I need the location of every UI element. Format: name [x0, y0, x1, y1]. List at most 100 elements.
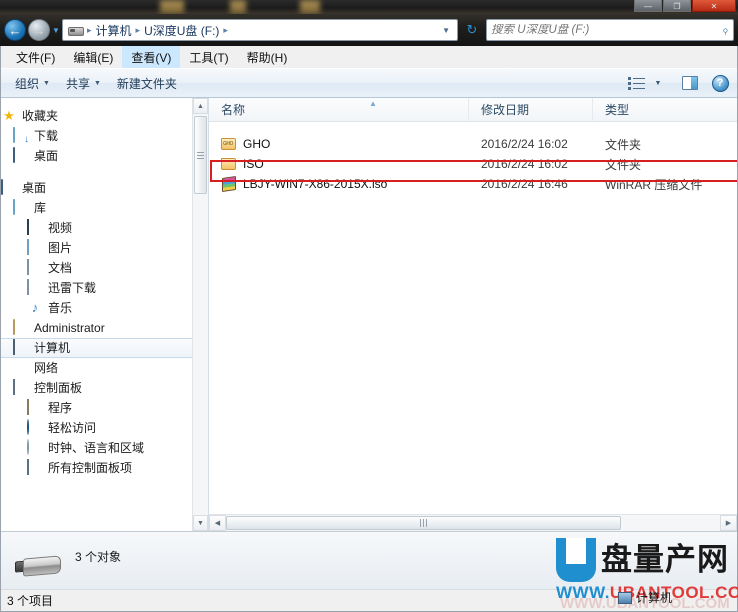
- sidebar-item-label: 库: [34, 201, 47, 215]
- breadcrumb-item-drive[interactable]: U深度U盘 (F:): [141, 22, 222, 39]
- hscrollbar-track[interactable]: [226, 515, 720, 531]
- refresh-icon[interactable]: ↻: [462, 19, 482, 41]
- column-header-type[interactable]: 类型: [593, 98, 737, 122]
- thunder-download-icon: [27, 279, 43, 296]
- sidebar-item-ease-of-access[interactable]: 轻松访问: [1, 418, 208, 438]
- address-bar: ← → ▼ ▸ 计算机 ▸ U深度U盘 (F:) ▸ ▼ ↻ ⌕: [0, 14, 738, 46]
- menu-view[interactable]: 查看(V): [122, 46, 181, 68]
- scrollbar-thumb[interactable]: [194, 116, 207, 194]
- organize-button[interactable]: 组织 ▼: [7, 72, 58, 95]
- sidebar-item-label: 音乐: [48, 301, 73, 315]
- scroll-right-arrow-icon[interactable]: ▶: [720, 515, 737, 531]
- gho-folder-icon: GHO: [221, 136, 237, 152]
- sidebar-item-videos[interactable]: 视频: [1, 218, 208, 238]
- control-panel-icon: [27, 459, 43, 476]
- sidebar-item-label: 迅雷下载: [48, 281, 97, 295]
- sidebar-item-administrator[interactable]: Administrator: [1, 318, 208, 338]
- sidebar-item-network[interactable]: 网络: [1, 358, 208, 378]
- sidebar-item-desktop-fav[interactable]: 桌面: [1, 146, 208, 166]
- table-row[interactable]: ISO 2016/2/24 16:02 文件夹: [209, 154, 737, 174]
- file-type-cell: 文件夹: [605, 157, 642, 172]
- file-name-label: LBJY-WIN7-X86-2015X.iso: [243, 177, 388, 191]
- desktop-icon: [1, 179, 17, 196]
- file-name-cell[interactable]: LBJY-WIN7-X86-2015X.iso: [209, 176, 469, 192]
- main-area: ★ 收藏夹 下载 桌面 桌面: [1, 97, 737, 531]
- sidebar-item-label: 所有控制面板项: [48, 461, 133, 475]
- music-library-icon: ♪: [31, 300, 39, 315]
- maximize-button[interactable]: ❐: [663, 0, 691, 12]
- navigation-list: ★ 收藏夹 下载 桌面 桌面: [1, 98, 208, 478]
- column-header-name[interactable]: 名称: [209, 97, 469, 122]
- scroll-up-arrow-icon[interactable]: ▲: [193, 98, 208, 114]
- history-dropdown-icon[interactable]: ▼: [50, 19, 62, 41]
- scrollbar-track[interactable]: [193, 114, 208, 515]
- scroll-down-arrow-icon[interactable]: ▼: [193, 515, 208, 531]
- status-bar: 3 个项目: [1, 589, 737, 611]
- forward-arrow-icon[interactable]: →: [28, 19, 50, 41]
- horizontal-scrollbar[interactable]: ◀ ▶: [209, 514, 737, 531]
- navigation-scrollbar[interactable]: ▲ ▼: [192, 98, 208, 531]
- sidebar-item-thunder-download[interactable]: 迅雷下载: [1, 278, 208, 298]
- downloads-folder-icon: [13, 127, 29, 144]
- view-options-icon[interactable]: [625, 72, 647, 94]
- sidebar-item-label: 程序: [48, 401, 73, 415]
- title-bar: — ❐ ✕: [0, 0, 738, 14]
- file-name-cell[interactable]: ISO: [209, 156, 469, 172]
- close-button[interactable]: ✕: [692, 0, 736, 12]
- sidebar-item-favorites[interactable]: ★ 收藏夹: [1, 106, 208, 126]
- table-row[interactable]: GHO GHO 2016/2/24 16:02 文件夹: [209, 134, 737, 154]
- video-library-icon: [27, 219, 43, 236]
- preview-pane-icon[interactable]: [679, 72, 701, 94]
- breadcrumb-item-computer[interactable]: 计算机: [93, 22, 135, 39]
- chevron-down-icon[interactable]: ▼: [437, 26, 455, 35]
- clock-language-region-icon: [27, 439, 43, 456]
- removable-drive-icon: [67, 23, 84, 37]
- nav-group-gap: [1, 166, 208, 178]
- back-arrow-icon[interactable]: ←: [4, 19, 26, 41]
- search-input[interactable]: [491, 24, 723, 36]
- sidebar-item-label: Administrator: [34, 321, 105, 335]
- sidebar-item-documents[interactable]: 文档: [1, 258, 208, 278]
- file-rows: GHO GHO 2016/2/24 16:02 文件夹 ISO 2016/2/2…: [209, 122, 737, 514]
- menu-edit[interactable]: 编辑(E): [64, 46, 122, 68]
- hscrollbar-thumb[interactable]: [226, 516, 621, 530]
- file-list-pane: 名称 修改日期 类型 ▲ GHO GHO 2016/2/24 16:02 文件夹…: [209, 97, 737, 531]
- window-body: 文件(F) 编辑(E) 查看(V) 工具(T) 帮助(H) 组织 ▼ 共享 ▼ …: [0, 46, 738, 612]
- menu-file[interactable]: 文件(F): [7, 46, 64, 68]
- help-icon[interactable]: ?: [709, 72, 731, 94]
- file-name-cell[interactable]: GHO GHO: [209, 136, 469, 152]
- menu-help[interactable]: 帮助(H): [238, 46, 297, 68]
- sidebar-item-label: 时钟、语言和区域: [48, 441, 145, 455]
- menu-tools[interactable]: 工具(T): [180, 46, 237, 68]
- sidebar-item-desktop[interactable]: 桌面: [1, 178, 208, 198]
- table-row[interactable]: LBJY-WIN7-X86-2015X.iso 2016/2/24 16:46 …: [209, 174, 737, 194]
- sidebar-item-libraries[interactable]: 库: [1, 198, 208, 218]
- sidebar-item-control-panel[interactable]: 控制面板: [1, 378, 208, 398]
- organize-label: 组织: [15, 76, 40, 91]
- new-folder-button[interactable]: 新建文件夹: [109, 72, 185, 95]
- scroll-left-arrow-icon[interactable]: ◀: [209, 515, 226, 531]
- scrollbar-grip-icon: [420, 519, 427, 527]
- sidebar-item-pictures[interactable]: 图片: [1, 238, 208, 258]
- documents-library-icon: [27, 259, 43, 276]
- user-folder-icon: [13, 319, 29, 336]
- object-count-label: 3 个对象: [75, 550, 122, 564]
- share-button[interactable]: 共享 ▼: [58, 72, 109, 95]
- sidebar-item-clock-language-region[interactable]: 时钟、语言和区域: [1, 438, 208, 458]
- view-options-dropdown-icon[interactable]: ▼: [647, 72, 669, 94]
- navigation-pane: ★ 收藏夹 下载 桌面 桌面: [1, 98, 209, 531]
- command-toolbar: 组织 ▼ 共享 ▼ 新建文件夹 ▼ ?: [1, 68, 737, 98]
- search-box[interactable]: ⌕: [486, 19, 734, 41]
- file-date-cell: 2016/2/24 16:46: [481, 177, 568, 191]
- menu-bar: 文件(F) 编辑(E) 查看(V) 工具(T) 帮助(H): [1, 46, 737, 68]
- sidebar-item-programs[interactable]: 程序: [1, 398, 208, 418]
- sidebar-item-downloads[interactable]: 下载: [1, 126, 208, 146]
- details-pane: 3 个对象: [1, 531, 737, 589]
- breadcrumb[interactable]: ▸ 计算机 ▸ U深度U盘 (F:) ▸ ▼: [62, 19, 458, 41]
- sidebar-item-computer[interactable]: 计算机: [1, 338, 208, 358]
- column-header-date[interactable]: 修改日期: [469, 97, 593, 122]
- sidebar-item-music[interactable]: ♪ 音乐: [1, 298, 208, 318]
- sidebar-item-all-control-panel-items[interactable]: 所有控制面板项: [1, 458, 208, 478]
- breadcrumb-separator[interactable]: ▸: [222, 25, 229, 36]
- minimize-button[interactable]: —: [634, 0, 662, 12]
